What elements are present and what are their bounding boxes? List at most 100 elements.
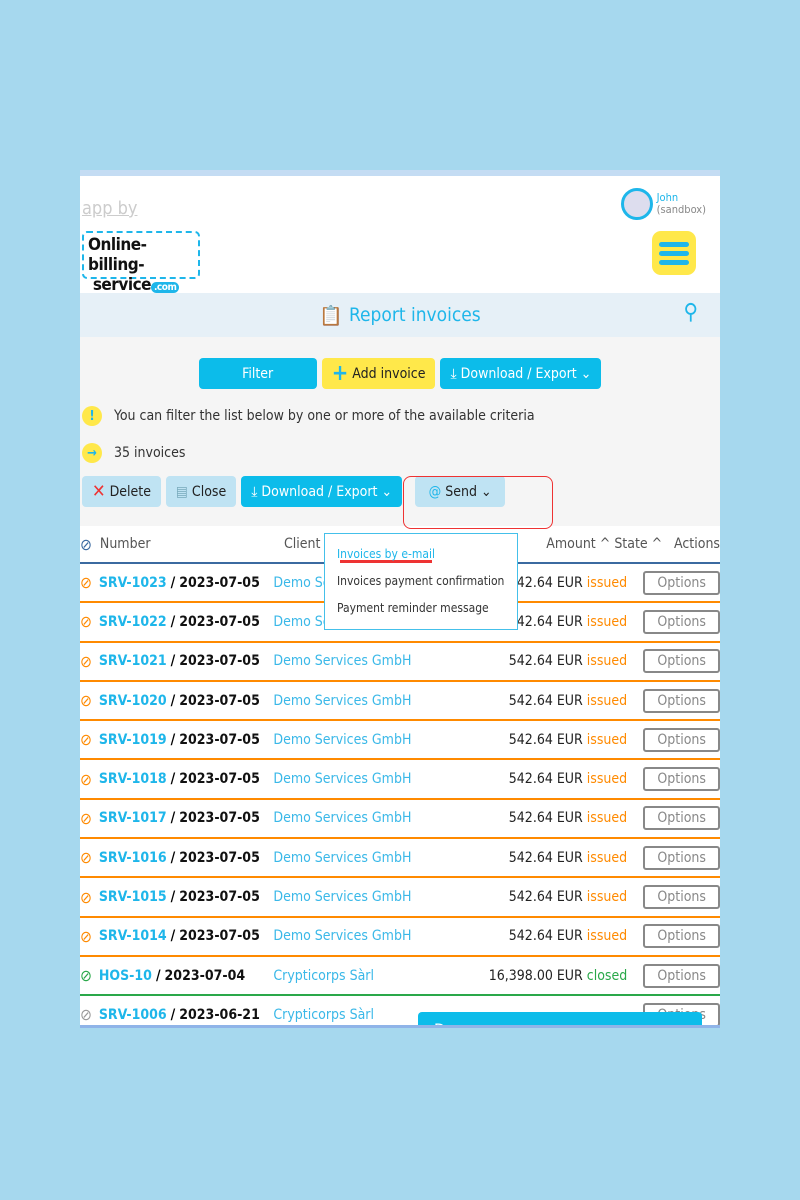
delete-label: Delete bbox=[109, 483, 151, 500]
search-icon[interactable]: ⚲ bbox=[683, 300, 698, 325]
invoice-number[interactable]: SRV-1017 / 2023-07-05 bbox=[99, 810, 274, 826]
download-export-button-2[interactable]: ⤓ Download / Export ⌄ bbox=[241, 476, 403, 507]
invoice-count: → 35 invoices bbox=[82, 442, 720, 464]
user-env: (sandbox) bbox=[656, 203, 706, 216]
add-invoice-button[interactable]: + Add invoice bbox=[321, 358, 436, 389]
invoice-number[interactable]: SRV-1023 / 2023-07-05 bbox=[99, 575, 274, 591]
status-icon[interactable]: ⊘ bbox=[80, 848, 99, 867]
close-x-icon: ✕ bbox=[92, 481, 106, 502]
table-row[interactable]: ⊘ SRV-1016 / 2023-07-05 Demo Services Gm… bbox=[80, 839, 720, 879]
client-link[interactable]: Demo Services GmbH bbox=[273, 653, 433, 669]
options-cell: Options bbox=[643, 688, 720, 713]
status-icon[interactable]: ⊘ bbox=[80, 809, 99, 828]
client-link[interactable]: Demo Services GmbH bbox=[273, 850, 433, 866]
options-button[interactable]: Options bbox=[643, 845, 720, 870]
col-actions: Actions bbox=[674, 536, 720, 552]
invoice-number[interactable]: SRV-1019 / 2023-07-05 bbox=[99, 732, 274, 748]
info-icon: ! bbox=[82, 406, 102, 426]
client-link[interactable]: Demo Services GmbH bbox=[273, 889, 433, 905]
status-icon[interactable]: ⊘ bbox=[80, 1005, 99, 1024]
status-icon[interactable]: ⊘ bbox=[80, 888, 99, 907]
status-icon[interactable]: ⊘ bbox=[80, 573, 99, 592]
options-cell: Options bbox=[643, 845, 720, 870]
highlight-box bbox=[403, 476, 553, 529]
client-link[interactable]: Demo Services GmbH bbox=[273, 693, 433, 709]
hamburger-menu-button[interactable] bbox=[652, 231, 696, 275]
page-title: Report invoices bbox=[348, 304, 481, 326]
header: app by Online-billing- service .com John(… bbox=[80, 176, 720, 295]
export-label: Download / Export bbox=[261, 483, 378, 500]
client-link[interactable]: Demo Services GmbH bbox=[273, 771, 433, 787]
client-link[interactable]: Demo Services GmbH bbox=[273, 928, 433, 944]
options-cell: Options bbox=[643, 806, 720, 831]
invoice-count-text: 35 invoices bbox=[114, 445, 186, 461]
table-row[interactable]: ⊘ SRV-1021 / 2023-07-05 Demo Services Gm… bbox=[80, 643, 720, 682]
options-cell: Options bbox=[643, 924, 720, 949]
state-badge: issued bbox=[586, 653, 628, 670]
close-button[interactable]: ▤ Close bbox=[165, 476, 237, 507]
client-link[interactable]: Demo Services GmbH bbox=[273, 810, 433, 826]
invoice-number[interactable]: HOS-10 / 2023-07-04 bbox=[99, 968, 274, 984]
options-button[interactable]: Options bbox=[643, 649, 720, 674]
table-row[interactable]: ⊘ SRV-1017 / 2023-07-05 Demo Services Gm… bbox=[80, 800, 720, 840]
status-icon[interactable]: ⊘ bbox=[80, 927, 99, 946]
clipboard-icon: 📋 bbox=[319, 304, 343, 327]
status-icon[interactable]: ⊘ bbox=[80, 966, 99, 985]
download-export-button[interactable]: ⤓ Download / Export ⌄ bbox=[440, 358, 602, 389]
options-button[interactable]: Options bbox=[643, 609, 720, 634]
client-link[interactable]: Crypticorps Sàrl bbox=[273, 1007, 433, 1023]
menu-item-payment-confirmation[interactable]: Invoices payment confirmation bbox=[325, 574, 517, 601]
filter-button[interactable]: Filter bbox=[198, 358, 317, 389]
options-button[interactable]: Options bbox=[643, 688, 720, 713]
menu-item-payment-reminder[interactable]: Payment reminder message bbox=[325, 601, 517, 628]
status-icon[interactable]: ⊘ bbox=[80, 730, 99, 749]
invoice-number[interactable]: SRV-1014 / 2023-07-05 bbox=[99, 928, 274, 944]
close-label: Close bbox=[191, 483, 227, 500]
client-link[interactable]: Crypticorps Sàrl bbox=[273, 968, 433, 984]
delete-button[interactable]: ✕ Delete bbox=[82, 476, 161, 507]
app-window: app by Online-billing- service .com John(… bbox=[80, 170, 720, 1028]
options-button[interactable]: Options bbox=[643, 767, 720, 792]
options-button[interactable]: Options bbox=[643, 570, 720, 595]
state-badge: issued bbox=[586, 771, 628, 788]
client-link[interactable]: Demo Services GmbH bbox=[273, 732, 433, 748]
status-icon[interactable]: ⊘ bbox=[80, 612, 99, 631]
table-row[interactable]: ⊘ HOS-10 / 2023-07-04 Crypticorps Sàrl 1… bbox=[80, 957, 720, 997]
menu-item-invoices-email[interactable]: Invoices by e-mail bbox=[325, 547, 517, 574]
options-button[interactable]: Options bbox=[643, 924, 720, 949]
invoice-number[interactable]: SRV-1020 / 2023-07-05 bbox=[99, 693, 274, 709]
col-number[interactable]: Number bbox=[100, 536, 284, 552]
invoice-number[interactable]: SRV-1018 / 2023-07-05 bbox=[99, 771, 274, 787]
chevron-down-icon: ⌄ bbox=[580, 365, 592, 382]
invoice-number[interactable]: SRV-1015 / 2023-07-05 bbox=[99, 889, 274, 905]
options-button[interactable]: Options bbox=[643, 963, 720, 988]
state-badge: issued bbox=[586, 574, 628, 591]
invoice-number[interactable]: SRV-1021 / 2023-07-05 bbox=[99, 653, 274, 669]
title-bar: 📋 Report invoices ⚲ bbox=[80, 293, 720, 337]
select-all-icon[interactable]: ⊘ bbox=[80, 535, 100, 554]
download-icon: ⤓ bbox=[251, 483, 258, 500]
amount: 16,398.00 EUR bbox=[488, 967, 583, 984]
state-badge: issued bbox=[586, 849, 628, 866]
options-button[interactable]: Options bbox=[643, 885, 720, 910]
options-button[interactable]: Options bbox=[643, 806, 720, 831]
amount: 542.64 EUR bbox=[508, 810, 583, 827]
table-row[interactable]: ⊘ SRV-1018 / 2023-07-05 Demo Services Gm… bbox=[80, 760, 720, 800]
col-state[interactable]: State ^ bbox=[614, 536, 674, 552]
invoice-number[interactable]: SRV-1022 / 2023-07-05 bbox=[99, 614, 274, 630]
status-icon[interactable]: ⊘ bbox=[80, 652, 99, 671]
user-menu[interactable]: John (sandbox) bbox=[620, 188, 706, 220]
filter-hint-text: You can filter the list below by one or … bbox=[114, 408, 535, 424]
table-row[interactable]: ⊘ SRV-1019 / 2023-07-05 Demo Services Gm… bbox=[80, 721, 720, 761]
table-row[interactable]: ⊘ SRV-1020 / 2023-07-05 Demo Services Gm… bbox=[80, 682, 720, 722]
invoice-number[interactable]: SRV-1016 / 2023-07-05 bbox=[99, 850, 274, 866]
table-row[interactable]: ⊘ SRV-1015 / 2023-07-05 Demo Services Gm… bbox=[80, 878, 720, 918]
logo[interactable]: Online-billing- service .com bbox=[82, 231, 200, 295]
options-button[interactable]: Options bbox=[643, 727, 720, 752]
status-icon[interactable]: ⊘ bbox=[80, 691, 99, 710]
invoice-number[interactable]: SRV-1006 / 2023-06-21 bbox=[99, 1007, 274, 1023]
logo-text: service bbox=[92, 275, 152, 295]
table-row[interactable]: ⊘ SRV-1014 / 2023-07-05 Demo Services Gm… bbox=[80, 918, 720, 957]
status-icon[interactable]: ⊘ bbox=[80, 770, 99, 789]
amount: 542.64 EUR bbox=[508, 928, 583, 945]
